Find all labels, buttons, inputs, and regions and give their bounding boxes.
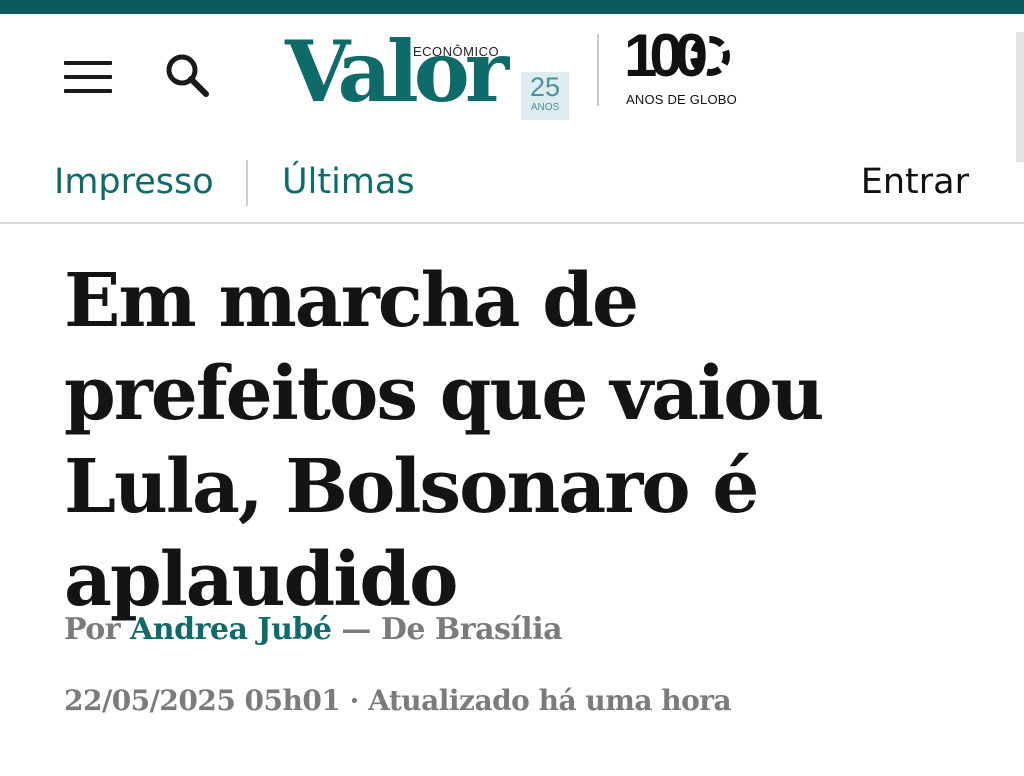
article-headline: Em marcha de prefeitos que vaiou Lula, B… bbox=[64, 258, 824, 623]
logo-divider bbox=[597, 34, 599, 106]
section-nav: Impresso Últimas Entrar bbox=[0, 138, 1024, 224]
article-byline: Por Andrea Jubé — De Brasília bbox=[64, 612, 964, 647]
search-icon[interactable] bbox=[160, 48, 214, 102]
globo-number: 100 bbox=[624, 22, 708, 89]
byline-location: De Brasília bbox=[380, 612, 563, 647]
globo-label: ANOS DE GLOBO bbox=[626, 92, 737, 107]
login-button[interactable]: Entrar bbox=[861, 160, 969, 204]
updated-time: Atualizado há uma hora bbox=[368, 684, 732, 717]
anniversary-badge: 25 ANOS bbox=[521, 72, 569, 120]
author-link[interactable]: Andrea Jubé bbox=[130, 612, 332, 647]
dateline-separator: · bbox=[349, 684, 360, 717]
menu-line bbox=[64, 75, 112, 79]
site-header: Valor ECONÔMICO 25 ANOS 100 ANOS DE GLOB… bbox=[0, 14, 1024, 138]
logo-wordmark: Valor bbox=[285, 22, 509, 121]
top-color-band bbox=[0, 0, 1024, 14]
menu-line bbox=[64, 61, 112, 65]
publish-date: 22/05/2025 05h01 bbox=[64, 684, 341, 717]
byline-separator: — bbox=[341, 612, 371, 647]
hamburger-menu-icon[interactable] bbox=[64, 61, 112, 97]
anniversary-label: ANOS bbox=[530, 102, 560, 113]
globo-100-badge: 100 ANOS DE GLOBO bbox=[624, 26, 744, 112]
globo-ring-icon bbox=[690, 36, 730, 76]
byline-prefix: Por bbox=[64, 612, 121, 647]
nav-item-impresso[interactable]: Impresso bbox=[54, 160, 214, 204]
logo-tagline: ECONÔMICO bbox=[413, 44, 500, 59]
nav-divider bbox=[246, 160, 248, 206]
valor-logo[interactable]: Valor ECONÔMICO 25 ANOS bbox=[285, 28, 575, 128]
menu-line bbox=[64, 89, 112, 93]
article-dateline: 22/05/2025 05h01 · Atualizado há uma hor… bbox=[64, 684, 964, 717]
anniversary-number: 25 bbox=[529, 72, 561, 102]
nav-item-ultimas[interactable]: Últimas bbox=[282, 160, 415, 204]
